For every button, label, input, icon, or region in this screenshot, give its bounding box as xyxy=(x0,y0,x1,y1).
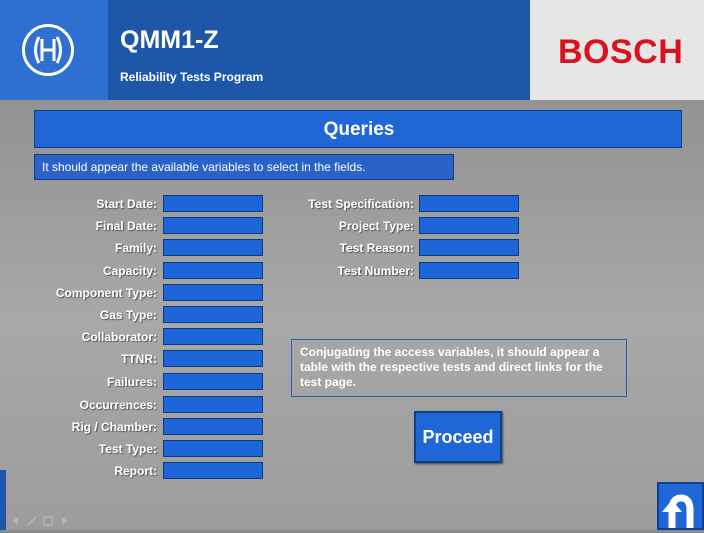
logo-panel xyxy=(0,0,108,100)
page-title: Queries xyxy=(323,119,395,140)
proceed-button[interactable]: Proceed xyxy=(414,411,502,463)
rig-chamber-label: Rig / Chamber: xyxy=(71,420,157,434)
test-number-field[interactable] xyxy=(419,262,519,279)
final-date-label: Final Date: xyxy=(95,219,157,233)
queries-header-bar: Queries xyxy=(34,110,682,148)
app-title: QMM1-Z xyxy=(120,26,219,54)
component-type-field[interactable] xyxy=(163,284,263,301)
collaborator-field[interactable] xyxy=(163,328,263,345)
test-reason-field[interactable] xyxy=(419,239,519,256)
test-reason-label: Test Reason: xyxy=(339,241,414,255)
app-subtitle: Reliability Tests Program xyxy=(120,70,264,84)
family-field[interactable] xyxy=(163,239,263,256)
note-text: Conjugating the access variables, it sho… xyxy=(300,345,603,389)
failures-field[interactable] xyxy=(163,373,263,390)
info-banner: It should appear the available variables… xyxy=(34,154,454,180)
back-button[interactable] xyxy=(657,482,704,530)
collaborator-label: Collaborator: xyxy=(81,330,157,344)
failures-label: Failures: xyxy=(106,375,157,389)
ttnr-label: TTNR: xyxy=(121,352,157,366)
gas-type-label: Gas Type: xyxy=(99,308,157,322)
test-type-label: Test Type: xyxy=(98,442,157,456)
u-turn-arrow-icon xyxy=(662,494,694,528)
start-date-label: Start Date: xyxy=(96,197,157,211)
bosch-brand-logo: BOSCH xyxy=(558,33,684,71)
occurrences-label: Occurrences: xyxy=(79,398,157,412)
bosch-armature-logo-icon xyxy=(22,24,74,76)
capacity-label: Capacity: xyxy=(102,264,157,278)
note-box: Conjugating the access variables, it sho… xyxy=(291,339,627,397)
report-field[interactable] xyxy=(163,462,263,479)
gas-type-field[interactable] xyxy=(163,306,263,323)
occurrences-field[interactable] xyxy=(163,396,263,413)
family-label: Family: xyxy=(114,241,157,255)
report-label: Report: xyxy=(114,464,157,478)
info-text: It should appear the available variables… xyxy=(42,160,366,174)
project-type-field[interactable] xyxy=(419,217,519,234)
ttnr-field[interactable] xyxy=(163,350,263,367)
final-date-field[interactable] xyxy=(163,217,263,234)
test-specification-field[interactable] xyxy=(419,195,519,212)
capacity-field[interactable] xyxy=(163,262,263,279)
test-type-field[interactable] xyxy=(163,440,263,457)
rig-chamber-field[interactable] xyxy=(163,418,263,435)
project-type-label: Project Type: xyxy=(338,219,414,233)
component-type-label: Component Type: xyxy=(55,286,157,300)
slide-navigation-icons[interactable] xyxy=(6,515,76,530)
test-number-label: Test Number: xyxy=(337,264,414,278)
start-date-field[interactable] xyxy=(163,195,263,212)
test-specification-label: Test Specification: xyxy=(308,197,414,211)
